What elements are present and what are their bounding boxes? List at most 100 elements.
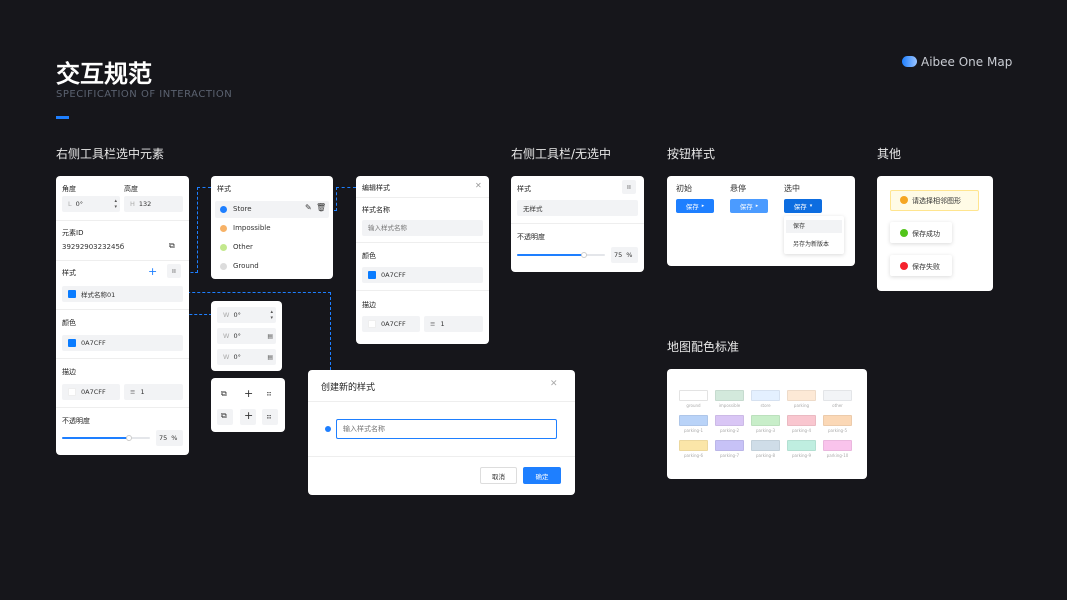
save-button-initial[interactable]: 保存 ▸ — [676, 199, 714, 213]
palette-swatch — [787, 440, 816, 451]
stepper-icon[interactable]: ▴ ▾ — [270, 309, 273, 321]
stroke-width-input[interactable]: ≡ 1 — [124, 384, 183, 400]
angle-row-input[interactable]: W 0° ▤ — [217, 328, 276, 344]
caret-right-icon: ▸ — [755, 203, 759, 209]
palette-swatch-label: store — [760, 403, 771, 408]
save-button-hover[interactable]: 保存 ▸ — [730, 199, 768, 213]
opacity-slider-handle[interactable] — [126, 435, 132, 441]
divider — [356, 242, 489, 243]
divider — [356, 290, 489, 291]
style-item-label: Store — [233, 205, 252, 213]
stepper-icon[interactable]: ▤ — [267, 333, 273, 340]
edit-stroke-width: 1 — [440, 320, 445, 328]
palette-swatch — [679, 415, 708, 426]
selected-element-panel: 角度 高度 L 0° ▴ ▾ H 132 元素ID 3929290323245б … — [56, 176, 189, 455]
palette-swatch — [751, 390, 780, 401]
height-input[interactable]: H 132 — [124, 196, 183, 212]
edit-color-input[interactable]: 0A7CFF — [362, 267, 483, 283]
add-icon: + — [244, 409, 254, 422]
stroke-color-value: 0A7CFF — [81, 388, 106, 396]
palette-swatch-label: parking-3 — [755, 428, 776, 433]
opacity-slider-handle[interactable] — [581, 252, 587, 258]
grid-icon[interactable]: ⠶ — [266, 389, 272, 398]
style-name-input[interactable] — [362, 220, 483, 236]
opacity-input[interactable]: 75% — [611, 247, 638, 263]
style-value: 无样式 — [523, 205, 543, 213]
color-swatch — [68, 339, 76, 347]
stroke-width-value: 1 — [140, 388, 145, 396]
style-label: 样式 — [517, 185, 531, 193]
menu-item-save-as-new[interactable]: 另存为新版本 — [793, 239, 829, 248]
fail-text: 保存失败 — [912, 263, 940, 271]
angle-prefix: W — [223, 353, 230, 361]
divider — [56, 407, 189, 408]
stepper-icon[interactable]: ▴ ▾ — [114, 198, 117, 210]
opacity-label: 不透明度 — [62, 417, 90, 425]
color-input[interactable]: 0A7CFF — [62, 335, 183, 351]
copy-icon[interactable]: ⧉ — [169, 241, 175, 251]
style-select[interactable]: 样式名称01 — [62, 286, 183, 302]
angle-row-input[interactable]: W 0° ▤ — [217, 349, 276, 365]
edit-style-panel: 编辑样式 ✕ 样式名称 颜色 0A7CFF 描边 0A7CFF ≡1 — [356, 176, 489, 344]
palette-swatch-label: other — [832, 403, 843, 408]
success-text: 保存成功 — [912, 230, 940, 238]
add-style-icon[interactable]: + — [148, 265, 157, 278]
section-title-selected: 右侧工具栏选中元素 — [56, 147, 165, 161]
edit-stroke-color-input[interactable]: 0A7CFF — [362, 316, 420, 332]
element-id-value: 3929290323245б — [62, 243, 125, 251]
connector-line — [336, 187, 356, 188]
edit-style-title: 编辑样式 — [362, 184, 390, 192]
palette-swatch-label: parking-10 — [826, 453, 849, 458]
style-color-swatch — [68, 290, 76, 298]
menu-item-save[interactable]: 保存 — [786, 220, 842, 233]
delete-icon[interactable]: 🗑 — [316, 203, 326, 212]
style-select[interactable]: 无样式 — [517, 200, 638, 216]
dialog-title: 创建新的样式 — [321, 383, 376, 393]
style-item-label: Ground — [233, 262, 259, 270]
warning-icon — [900, 196, 908, 204]
edit-color-value: 0A7CFF — [381, 271, 406, 279]
palette-swatch-label: parking-4 — [791, 428, 812, 433]
section-title-palette: 地图配色标准 — [667, 340, 740, 354]
new-style-name-input[interactable] — [336, 419, 557, 439]
edit-stroke-width-input[interactable]: ≡ 1 — [424, 316, 483, 332]
add-icon[interactable]: + — [244, 387, 253, 400]
angle-input[interactable]: L 0° ▴ ▾ — [62, 196, 120, 212]
style-grid-icon[interactable]: ⠶ — [622, 180, 636, 194]
palette-swatch-label: parking-7 — [719, 453, 740, 458]
no-selection-panel: 样式 ⠶ 无样式 不透明度 75% — [511, 176, 644, 272]
palette-swatch — [751, 415, 780, 426]
create-style-dialog: 创建新的样式 ✕ 取消 确定 — [308, 370, 575, 495]
copy-icon[interactable]: ⧉ — [221, 389, 227, 399]
opacity-label: 不透明度 — [517, 233, 545, 241]
stepper-icon[interactable]: ▤ — [267, 354, 273, 361]
palette-swatch — [715, 415, 744, 426]
style-item-label: Other — [233, 243, 253, 251]
style-dot — [220, 243, 227, 251]
angle-label: 角度 — [62, 185, 76, 193]
fail-icon — [900, 262, 908, 270]
style-list-item[interactable]: Ground — [220, 262, 259, 270]
stroke-color-input[interactable]: 0A7CFF — [62, 384, 120, 400]
confirm-button[interactable]: 确定 — [523, 467, 561, 484]
save-button-selected[interactable]: 保存 ▾ — [784, 199, 822, 213]
style-grid-icon[interactable]: ⠶ — [167, 264, 181, 278]
angle-row-input[interactable]: W 0° ▴ ▾ — [217, 307, 276, 323]
style-list-item[interactable]: Other — [220, 243, 253, 251]
line-weight-icon: ≡ — [130, 388, 136, 396]
close-icon[interactable]: ✕ — [475, 181, 482, 190]
palette-swatch-label: parking-2 — [719, 428, 740, 433]
palette-swatch — [787, 390, 816, 401]
divider — [56, 358, 189, 359]
opacity-unit: % — [626, 251, 633, 259]
style-list-item[interactable]: Impossible — [220, 224, 271, 232]
opacity-unit: % — [171, 434, 178, 442]
close-icon[interactable]: ✕ — [550, 379, 558, 389]
style-list-item[interactable]: Store — [220, 205, 252, 213]
edit-icon[interactable]: ✎ — [305, 203, 312, 212]
opacity-input[interactable]: 75% — [156, 430, 183, 446]
cancel-button[interactable]: 取消 — [480, 467, 517, 484]
section-title-buttons: 按钮样式 — [667, 147, 716, 161]
edit-color-label: 颜色 — [362, 252, 376, 260]
line-weight-icon: ≡ — [430, 320, 436, 328]
